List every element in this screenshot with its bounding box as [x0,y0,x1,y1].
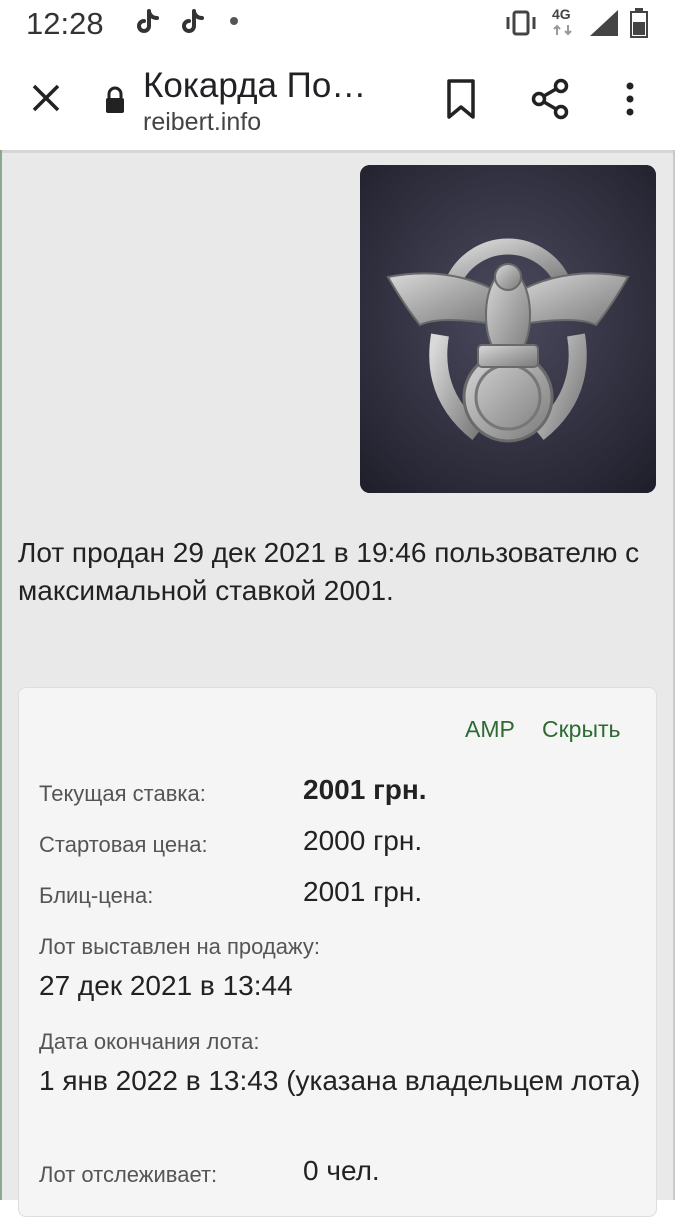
more-vert-icon[interactable] [620,78,640,120]
page-title[interactable]: Кокарда По… [143,66,366,106]
current-bid-label: Текущая ставка: [39,781,206,806]
watchers-label: Лот отслеживает: [39,1162,218,1187]
watchers-value: 0 чел. [303,1155,380,1186]
end-date-value: 1 янв 2022 в 13:43 (указана владельцем л… [39,1065,641,1096]
network-label: 4G [552,6,571,22]
page-url[interactable]: reibert.info [143,108,261,137]
blitz-price-label: Блиц-цена: [39,883,154,908]
battery-icon [630,8,648,38]
tiktok-icon [182,9,204,33]
start-price-label: Стартовая цена: [39,832,208,857]
status-bar: 12:28 4G [0,0,675,50]
tiktok-icon [137,9,159,33]
page-border-left [0,150,2,1200]
lock-icon [106,86,124,113]
listed-value: 27 дек 2021 в 13:44 [39,970,293,1001]
start-price-value: 2000 грн. [303,825,423,856]
sold-notice: Лот продан 29 дек 2021 в 19:46 пользоват… [18,537,640,606]
bookmark-icon[interactable] [444,78,478,120]
signal-icon [590,10,618,36]
end-date-label: Дата окончания лота: [39,1029,260,1054]
listed-label: Лот выставлен на продажу: [39,934,321,959]
blitz-price-value: 2001 грн. [303,876,423,907]
current-bid-value: 2001 грн. [303,774,427,805]
vibrate-icon [506,10,536,36]
browser-toolbar: Кокарда По… reibert.info [0,50,675,150]
amp-link[interactable]: AMP [465,716,515,743]
eagle-badge-photo[interactable] [360,165,656,493]
badge-image [360,165,656,493]
share-icon[interactable] [530,78,570,120]
notification-dot-icon [230,17,238,25]
lot-info-card: AMP Скрыть Текущая ставка: 2001 грн. Ста… [18,687,657,1217]
data-arrows-icon [553,24,572,36]
close-icon[interactable] [28,80,64,116]
hide-link[interactable]: Скрыть [542,716,621,743]
status-time: 12:28 [26,6,104,41]
